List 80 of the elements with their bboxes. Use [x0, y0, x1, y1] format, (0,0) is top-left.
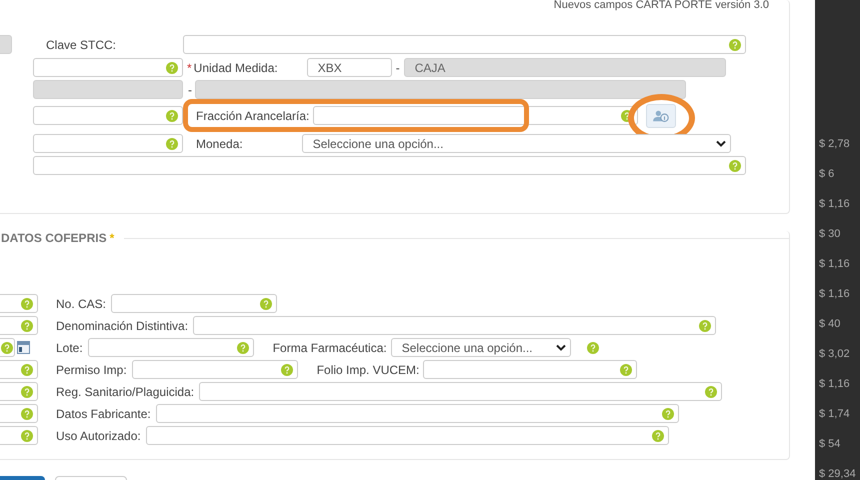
text-field[interactable]	[193, 316, 716, 335]
help-icon[interactable]	[729, 160, 741, 172]
field-label: Denominación Distintiva:	[56, 318, 188, 332]
header-note: Nuevos campos CARTA PORTE versión 3.0	[552, 0, 770, 13]
required-mark: *	[110, 231, 114, 245]
field-label: Fracción Arancelaría:	[196, 108, 310, 122]
required-mark: *	[187, 60, 192, 74]
help-icon[interactable]	[21, 320, 33, 332]
text-field[interactable]	[199, 382, 722, 401]
text-field[interactable]	[183, 35, 746, 54]
help-icon[interactable]	[620, 364, 632, 376]
amount-text: $ 1,16	[818, 258, 851, 272]
help-icon[interactable]	[662, 408, 674, 420]
text-field[interactable]	[0, 404, 38, 423]
text-field[interactable]	[132, 360, 298, 379]
separator-text: -	[188, 82, 192, 96]
text-field[interactable]	[423, 360, 638, 379]
text-field[interactable]	[33, 106, 183, 125]
field-label: Moneda:	[196, 136, 243, 150]
text-field[interactable]	[0, 294, 38, 313]
field-label: No. CAS:	[56, 296, 106, 310]
field-label: Forma Farmacéutica:	[272, 340, 387, 354]
amount-text: $ 3,02	[818, 348, 851, 362]
help-icon[interactable]	[21, 364, 33, 376]
amount-text: $ 1,16	[818, 378, 851, 392]
dosage-form-select[interactable]: Seleccione una opción...	[390, 338, 571, 357]
field-label: Lote:	[56, 340, 83, 354]
help-icon[interactable]	[280, 364, 293, 376]
help-icon[interactable]	[652, 430, 664, 442]
help-icon[interactable]	[260, 298, 272, 310]
field-label: Folio Imp. VUCEM:	[316, 362, 420, 376]
text-field[interactable]	[111, 294, 278, 313]
user-info-icon	[652, 108, 670, 122]
amount-text: $ 1,16	[818, 288, 851, 302]
text-field[interactable]	[33, 134, 183, 153]
amount-text: $ 1,74	[818, 408, 851, 422]
amount-text: $ 54	[818, 438, 842, 452]
separator-text: -	[396, 60, 400, 74]
calendar-icon[interactable]	[17, 341, 30, 354]
text-field[interactable]	[0, 316, 38, 335]
text-field[interactable]	[313, 106, 638, 125]
help-icon[interactable]	[166, 62, 178, 74]
help-icon[interactable]	[21, 408, 33, 420]
amount-text: $ 2,78	[818, 138, 851, 152]
text-field[interactable]: XBX	[306, 58, 392, 77]
field-label: Uso Autorizado:	[56, 428, 141, 442]
text-field[interactable]	[156, 404, 679, 423]
chevron-icon	[556, 344, 566, 352]
currency-select[interactable]: Seleccione una opción...	[302, 134, 731, 153]
field-label: Clave STCC:	[46, 38, 116, 52]
help-icon[interactable]	[699, 320, 712, 332]
amount-text: $ 30	[818, 228, 842, 242]
text-field[interactable]	[88, 338, 254, 357]
help-icon[interactable]	[236, 342, 249, 354]
help-icon[interactable]	[21, 430, 33, 442]
text-field[interactable]	[0, 360, 38, 379]
help-icon[interactable]	[21, 386, 33, 398]
help-icon[interactable]	[21, 298, 33, 310]
field-label: Unidad Medida:	[194, 60, 278, 74]
amount-text: $ 1,16	[818, 198, 851, 212]
field-label: Datos Fabricante:	[56, 406, 151, 420]
help-icon[interactable]	[705, 386, 718, 398]
text-field[interactable]	[0, 382, 38, 401]
field-label: Permiso Imp:	[56, 362, 127, 376]
lookup-button[interactable]	[646, 104, 676, 128]
text-field[interactable]	[33, 58, 183, 77]
field-label: Reg. Sanitario/Plaguicida:	[56, 384, 194, 398]
text-field[interactable]	[0, 426, 38, 445]
help-icon[interactable]	[1, 342, 13, 354]
help-icon[interactable]	[586, 342, 599, 354]
help-icon[interactable]	[166, 138, 178, 150]
text-field[interactable]	[146, 426, 669, 445]
help-icon[interactable]	[729, 38, 742, 50]
section-title: DATOS COFEPRIS	[1, 231, 107, 245]
chevron-icon	[716, 140, 726, 148]
help-icon[interactable]	[166, 110, 178, 122]
amount-text: $ 6	[818, 168, 836, 182]
amount-text: $ 29,34	[818, 468, 857, 480]
amount-text: $ 40	[818, 318, 842, 332]
text-field[interactable]	[33, 156, 746, 175]
